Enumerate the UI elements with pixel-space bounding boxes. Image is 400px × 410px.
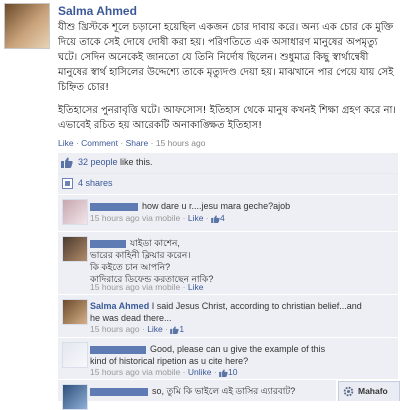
shares-count-link[interactable]: 4 shares (78, 178, 113, 188)
comment-item: so, তুমি কি ভাইলে এই ডাসির এ্যারবাট? (58, 380, 336, 410)
comment-meta: 15 hours ago via mobile · Like (90, 282, 204, 292)
author-avatar[interactable] (4, 3, 50, 49)
like-link[interactable]: Like (58, 138, 74, 148)
post-actions: Like · Comment · Share · 15 hours ago (58, 138, 205, 148)
post-line: এভাবেই রচিত হয় আরেকটি অনাকাঙ্ক্ষিত ইতিহ… (58, 120, 263, 131)
likes-suffix: like this. (117, 157, 153, 167)
comment-like-count[interactable]: 1 (179, 324, 184, 334)
post-paragraph-2: ইতিহাসের পুনরাবৃত্তি ঘটে। আফসোস! ইতিহাস … (58, 103, 396, 133)
commenter-name[interactable]: Salma Ahmed (90, 301, 149, 311)
commenter-avatar[interactable] (62, 299, 88, 325)
comment-line: kind of historical ripetion as u cite he… (90, 356, 249, 366)
comment-text: যাইডা কাশেন, ভারের কাহিনী ক্লিয়ার করেন।… (90, 237, 390, 285)
comment-link[interactable]: Comment (81, 138, 118, 148)
comment-text: Good, please can u give the example of t… (90, 343, 390, 367)
comment-meta: 15 hours ago · Like · 1 (90, 324, 185, 334)
comment-timestamp[interactable]: 15 hours ago via mobile (90, 282, 180, 292)
redacted-name[interactable] (90, 239, 126, 248)
comment-timestamp[interactable]: 15 hours ago via mobile (90, 367, 180, 377)
post-line: ইতিহাসের পুনরাবৃত্তি ঘটে। আফসোস! ইতিহাস … (58, 105, 396, 116)
comment-item: যাইডা কাশেন, ভারের কাহিনী ক্লিয়ার করেন।… (58, 232, 398, 295)
share-link[interactable]: Share (126, 138, 149, 148)
comment-like-count[interactable]: 4 (220, 213, 225, 223)
comment-meta: 15 hours ago via mobile · Unlike · 10 (90, 367, 238, 377)
commenter-avatar[interactable] (62, 236, 88, 262)
comment-item: Salma Ahmed I said Jesus Christ, accordi… (58, 295, 398, 338)
comment-text: Salma Ahmed I said Jesus Christ, accordi… (90, 300, 390, 324)
likes-count-link[interactable]: 32 people (78, 157, 118, 167)
commenter-avatar[interactable] (62, 384, 88, 410)
redacted-name[interactable] (90, 387, 148, 396)
thumbs-up-icon (170, 326, 179, 334)
comment-line: he was dead there... (90, 313, 172, 323)
thumbs-up-icon (61, 157, 73, 168)
comment-line: how dare u r....jesu mara geche?ajob (142, 201, 291, 211)
separator: · (148, 138, 156, 148)
post-body: যীশু খ্রিস্টকে শূলে চড়ানো হয়েছিল একজন … (58, 20, 396, 133)
gear-icon[interactable] (343, 386, 354, 397)
post-paragraph-1: যীশু খ্রিস্টকে শূলে চড়ানো হয়েছিল একজন … (58, 20, 396, 95)
comment-meta: 15 hours ago via mobile · Like · 4 (90, 213, 225, 223)
comment-like-link[interactable]: Like (188, 282, 204, 292)
comment-line: যাইডা কাশেন, (130, 238, 180, 248)
comment-line: ভারের কাহিনী ক্লিয়ার করেন। (90, 250, 191, 260)
thumbs-up-icon (219, 369, 228, 377)
comment-line: কি কইতে চান আপনি? (90, 262, 171, 272)
comment-text: so, তুমি কি ভাইলে এই ডাসির এ্যারবাট? (90, 385, 330, 397)
redacted-name[interactable] (90, 202, 138, 211)
post-line: যীশু খ্রিস্টকে শূলে চড়ানো হয়েছিল একজন … (58, 22, 394, 33)
thumbs-up-icon (211, 215, 220, 223)
comment-timestamp[interactable]: 15 hours ago (90, 324, 140, 334)
commenter-avatar[interactable] (62, 342, 88, 368)
shares-summary: 4 shares (58, 174, 398, 195)
comment-item: Good, please can u give the example of t… (58, 338, 398, 380)
post-author-name[interactable]: Salma Ahmed (58, 4, 137, 18)
comment-line: Good, please can u give the example of t… (150, 344, 326, 354)
chat-tab[interactable]: Mahafo (338, 381, 400, 401)
comment-item: how dare u r....jesu mara geche?ajob 15 … (58, 195, 398, 232)
separator: · (118, 138, 126, 148)
comment-like-count[interactable]: 10 (228, 367, 237, 377)
comment-timestamp[interactable]: 15 hours ago via mobile (90, 213, 180, 223)
comment-line: I said Jesus Christ, according to christ… (151, 301, 362, 311)
comment-line: so, তুমি কি ভাইলে এই ডাসির এ্যারবাট? (152, 386, 296, 396)
share-icon (62, 178, 73, 189)
facebook-post: Salma Ahmed যীশু খ্রিস্টকে শূলে চড়ানো হ… (0, 0, 400, 410)
post-timestamp[interactable]: 15 hours ago (156, 138, 206, 148)
comment-like-link[interactable]: Like (147, 324, 163, 334)
chat-contact-name: Mahafo (358, 386, 388, 396)
comment-text: how dare u r....jesu mara geche?ajob (90, 200, 390, 212)
commenter-avatar[interactable] (62, 199, 88, 225)
likes-summary: 32 people like this. (58, 153, 398, 174)
redacted-name[interactable] (90, 345, 146, 354)
comment-like-link[interactable]: Like (188, 213, 204, 223)
comment-unlike-link[interactable]: Unlike (188, 367, 212, 377)
post-line: হাসিলের উদ্দেশ্যে তাকে মৃত্যুদণ্ড দেয়া … (58, 67, 394, 93)
